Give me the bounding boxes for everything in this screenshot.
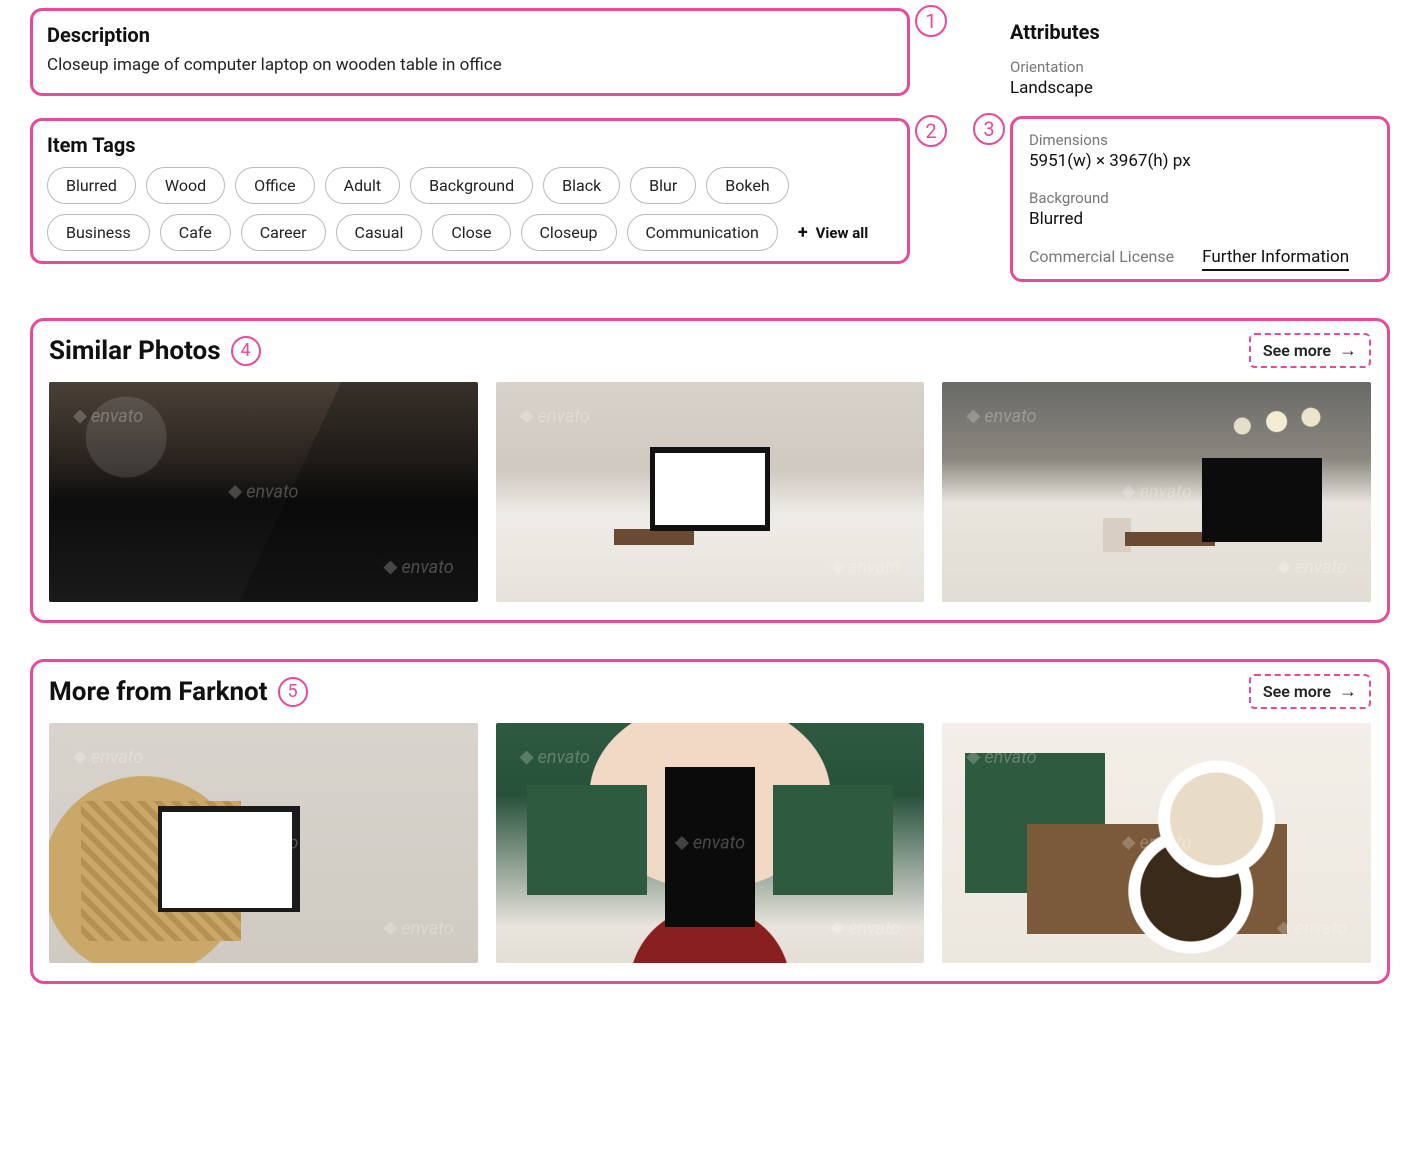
tag-pill[interactable]: Background <box>410 167 533 204</box>
tag-pill[interactable]: Business <box>47 214 150 251</box>
more-from-thumbs-row: envato envato envato envato envato envat… <box>49 723 1371 963</box>
tag-pill[interactable]: Cafe <box>160 214 231 251</box>
watermark-icon: envato <box>675 482 745 503</box>
annotation-badge-5: 5 <box>278 677 308 707</box>
similar-photos-section: Similar Photos 4 See more → envato envat… <box>30 318 1390 623</box>
tag-pill[interactable]: Casual <box>336 214 423 251</box>
annotation-badge-4: 4 <box>231 336 261 366</box>
watermark-icon: envato <box>830 918 900 939</box>
tag-pill[interactable]: Closeup <box>521 214 617 251</box>
tag-pill[interactable]: Office <box>235 167 315 204</box>
watermark-icon: envato <box>228 482 298 503</box>
similar-photo-thumbnail[interactable]: envato envato envato <box>49 382 478 602</box>
watermark-icon: envato <box>966 747 1036 768</box>
similar-photo-thumbnail[interactable]: envato envato envato <box>942 382 1371 602</box>
attributes-highlight-block: 3 Dimensions 5951(w) × 3967(h) px Backgr… <box>1010 116 1390 282</box>
orientation-value: Landscape <box>1010 78 1390 98</box>
author-photo-thumbnail[interactable]: envato envato envato <box>496 723 925 963</box>
further-information-link[interactable]: Further Information <box>1202 247 1349 271</box>
watermark-icon: envato <box>830 557 900 578</box>
tag-pill[interactable]: Wood <box>146 167 225 204</box>
view-all-tags-button[interactable]: + View all <box>788 214 878 251</box>
item-tags-block: 2 Item Tags Blurred Wood Office Adult Ba… <box>30 118 910 264</box>
background-value: Blurred <box>1029 209 1371 229</box>
see-more-label: See more <box>1263 682 1331 701</box>
license-row: Commercial License Further Information <box>1029 247 1371 267</box>
similar-photo-thumbnail[interactable]: envato envato envato <box>496 382 925 602</box>
more-from-heading: More from Farknot <box>49 677 268 707</box>
author-photo-thumbnail[interactable]: envato envato envato <box>942 723 1371 963</box>
tags-container: Blurred Wood Office Adult Background Bla… <box>47 167 893 251</box>
tag-pill[interactable]: Bokeh <box>706 167 788 204</box>
item-tags-heading: Item Tags <box>47 133 893 157</box>
attributes-heading: Attributes <box>1010 20 1390 44</box>
watermark-icon: envato <box>1122 833 1192 854</box>
tag-pill[interactable]: Blurred <box>47 167 136 204</box>
tag-pill[interactable]: Close <box>432 214 510 251</box>
orientation-label: Orientation <box>1010 58 1390 76</box>
watermark-icon: envato <box>1277 918 1347 939</box>
watermark-icon: envato <box>1122 482 1192 503</box>
arrow-right-icon: → <box>1339 683 1357 701</box>
attributes-panel: Attributes Orientation Landscape 3 Dimen… <box>1010 8 1390 282</box>
description-block: 1 Description Closeup image of computer … <box>30 8 910 96</box>
more-from-see-more-button[interactable]: See more → <box>1249 674 1371 709</box>
watermark-icon: envato <box>675 833 745 854</box>
annotation-badge-1: 1 <box>915 5 947 37</box>
watermark-icon: envato <box>1277 557 1347 578</box>
attribute-orientation: Orientation Landscape <box>1010 58 1390 98</box>
watermark-icon: envato <box>73 406 143 427</box>
attribute-background: Background Blurred <box>1029 189 1371 229</box>
description-heading: Description <box>47 23 893 47</box>
watermark-icon: envato <box>73 747 143 768</box>
tag-pill[interactable]: Career <box>241 214 326 251</box>
attribute-dimensions: Dimensions 5951(w) × 3967(h) px <box>1029 131 1371 171</box>
tag-pill[interactable]: Black <box>543 167 620 204</box>
watermark-icon: envato <box>383 557 453 578</box>
similar-thumbs-row: envato envato envato envato envato envat… <box>49 382 1371 602</box>
arrow-right-icon: → <box>1339 342 1357 360</box>
tag-pill[interactable]: Communication <box>627 214 778 251</box>
similar-see-more-button[interactable]: See more → <box>1249 333 1371 368</box>
similar-photos-heading: Similar Photos <box>49 336 221 366</box>
background-label: Background <box>1029 189 1371 207</box>
tag-pill[interactable]: Adult <box>325 167 400 204</box>
tag-pill[interactable]: Blur <box>630 167 696 204</box>
description-text: Closeup image of computer laptop on wood… <box>47 55 893 75</box>
annotation-badge-2: 2 <box>915 115 947 147</box>
watermark-icon: envato <box>228 833 298 854</box>
watermark-icon: envato <box>383 918 453 939</box>
dimensions-value: 5951(w) × 3967(h) px <box>1029 151 1371 171</box>
view-all-label: View all <box>816 224 869 242</box>
annotation-badge-3: 3 <box>973 113 1005 145</box>
watermark-icon: envato <box>520 747 590 768</box>
more-from-author-section: More from Farknot 5 See more → envato en… <box>30 659 1390 984</box>
see-more-label: See more <box>1263 341 1331 360</box>
plus-icon: + <box>798 224 808 242</box>
watermark-icon: envato <box>520 406 590 427</box>
dimensions-label: Dimensions <box>1029 131 1371 149</box>
author-photo-thumbnail[interactable]: envato envato envato <box>49 723 478 963</box>
license-label: Commercial License <box>1029 247 1174 266</box>
watermark-icon: envato <box>966 406 1036 427</box>
